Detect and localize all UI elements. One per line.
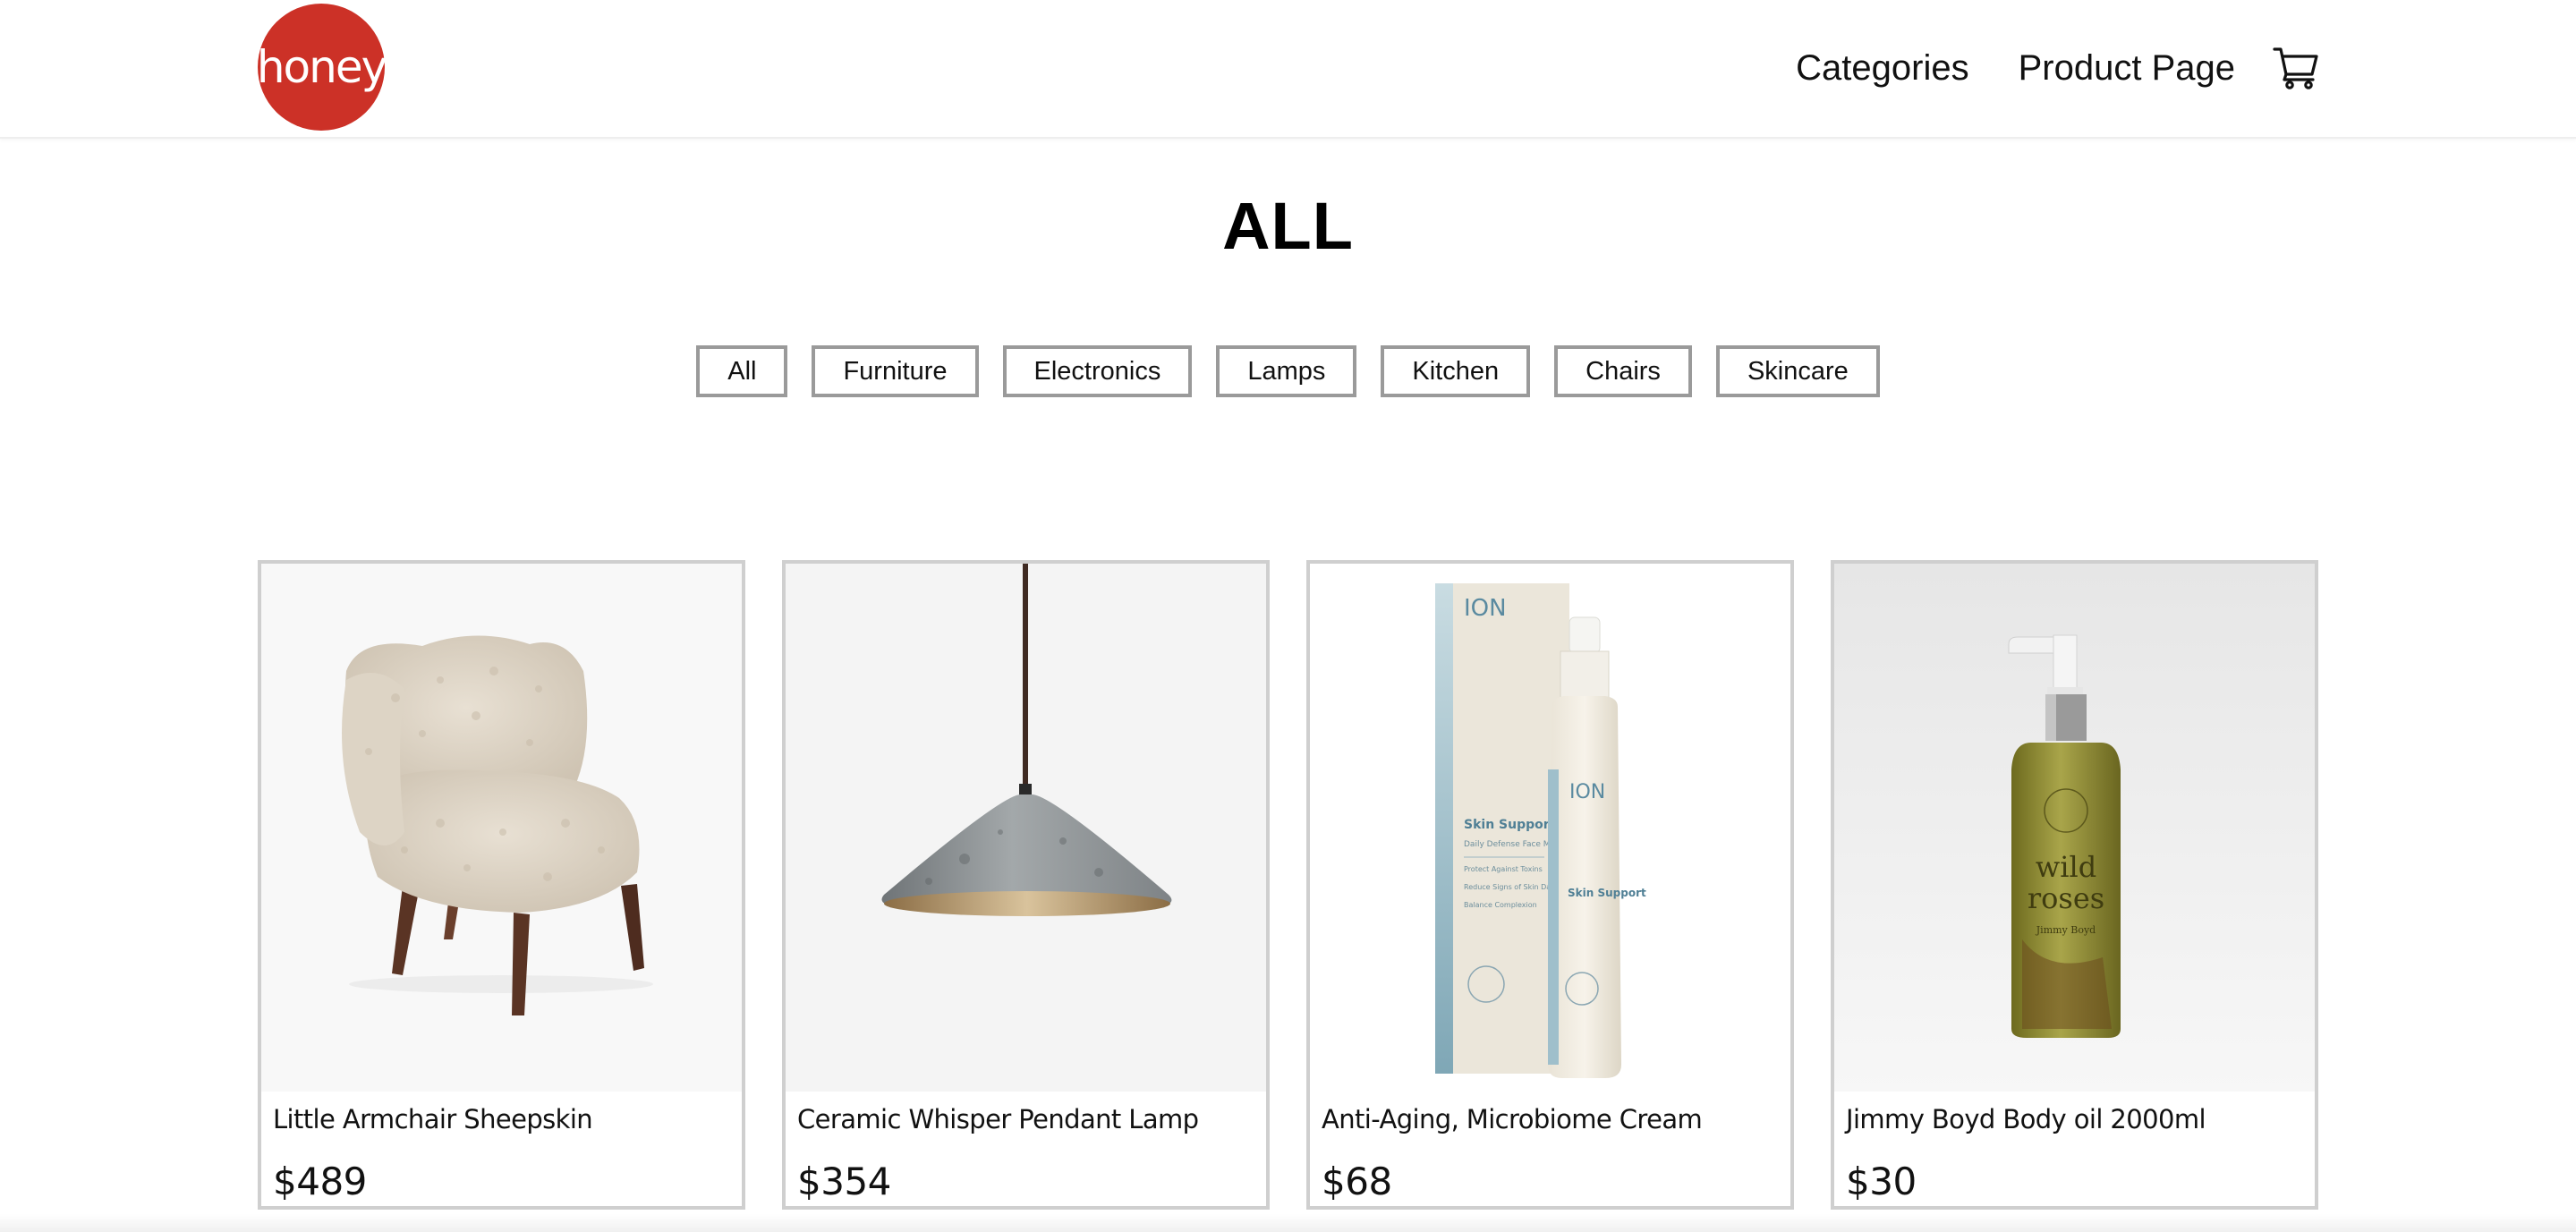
ion-bottle-brand-text: ION	[1569, 781, 1605, 803]
product-card[interactable]: Little Armchair Sheepskin $489	[258, 560, 745, 1210]
ion-line-3: Balance Complexion	[1464, 901, 1537, 909]
filter-lamps-button[interactable]: Lamps	[1216, 345, 1357, 397]
page-title: ALL	[1222, 189, 1354, 263]
ion-line-1: Protect Against Toxins	[1464, 865, 1543, 873]
ion-sub-text: Daily Defense Face Mist	[1464, 840, 1560, 849]
nav-categories[interactable]: Categories	[1796, 48, 1968, 89]
product-price: $354	[797, 1160, 891, 1203]
product-name: Ceramic Whisper Pendant Lamp	[797, 1104, 1199, 1134]
product-card[interactable]: Ceramic Whisper Pendant Lamp $354	[782, 560, 1270, 1210]
product-grid: Little Armchair Sheepskin $489 Ceramic W…	[258, 560, 2318, 1210]
ion-brand-text: ION	[1464, 595, 1507, 622]
product-price: $489	[273, 1160, 367, 1203]
ion-bottle-product-text: Skin Support	[1568, 887, 1646, 899]
filter-all-button[interactable]: All	[696, 345, 788, 397]
bottom-fade	[0, 1214, 2576, 1232]
ion-skin-support-image: ION Skin Support Daily Defense Face Mist…	[1310, 564, 1790, 1092]
filter-kitchen-button[interactable]: Kitchen	[1381, 345, 1531, 397]
product-card[interactable]: ION Skin Support Daily Defense Face Mist…	[1306, 560, 1794, 1210]
main-nav: Categories Product Page	[1796, 32, 2319, 104]
ion-product-text: Skin Support	[1464, 818, 1556, 832]
product-name: Jimmy Boyd Body oil 2000ml	[1846, 1104, 2206, 1134]
sheepskin-armchair-image	[261, 564, 742, 1092]
product-price: $30	[1846, 1160, 1917, 1203]
filter-furniture-button[interactable]: Furniture	[812, 345, 979, 397]
site-header: honey Categories Product Page	[0, 0, 2576, 139]
pendant-lamp-image	[786, 564, 1266, 1092]
oil-label-brand: Jimmy Boyd	[2036, 924, 2096, 936]
wild-roses-body-oil-image: wild roses Jimmy Boyd	[1834, 564, 2315, 1092]
cart-icon[interactable]	[2273, 45, 2319, 91]
category-filters: All Furniture Electronics Lamps Kitchen …	[0, 345, 2576, 397]
honey-logo[interactable]: honey	[257, 4, 387, 131]
filter-electronics-button[interactable]: Electronics	[1002, 345, 1193, 397]
product-price: $68	[1322, 1160, 1392, 1203]
filter-skincare-button[interactable]: Skincare	[1715, 345, 1880, 397]
filter-chairs-button[interactable]: Chairs	[1554, 345, 1692, 397]
oil-label-wild: wild	[2036, 850, 2096, 884]
product-name: Anti-Aging, Microbiome Cream	[1322, 1104, 1703, 1134]
product-name: Little Armchair Sheepskin	[273, 1104, 593, 1134]
product-card[interactable]: wild roses Jimmy Boyd Jimmy Boyd Body oi…	[1831, 560, 2318, 1210]
oil-label-roses: roses	[2028, 881, 2104, 915]
nav-product-page[interactable]: Product Page	[2019, 48, 2235, 89]
